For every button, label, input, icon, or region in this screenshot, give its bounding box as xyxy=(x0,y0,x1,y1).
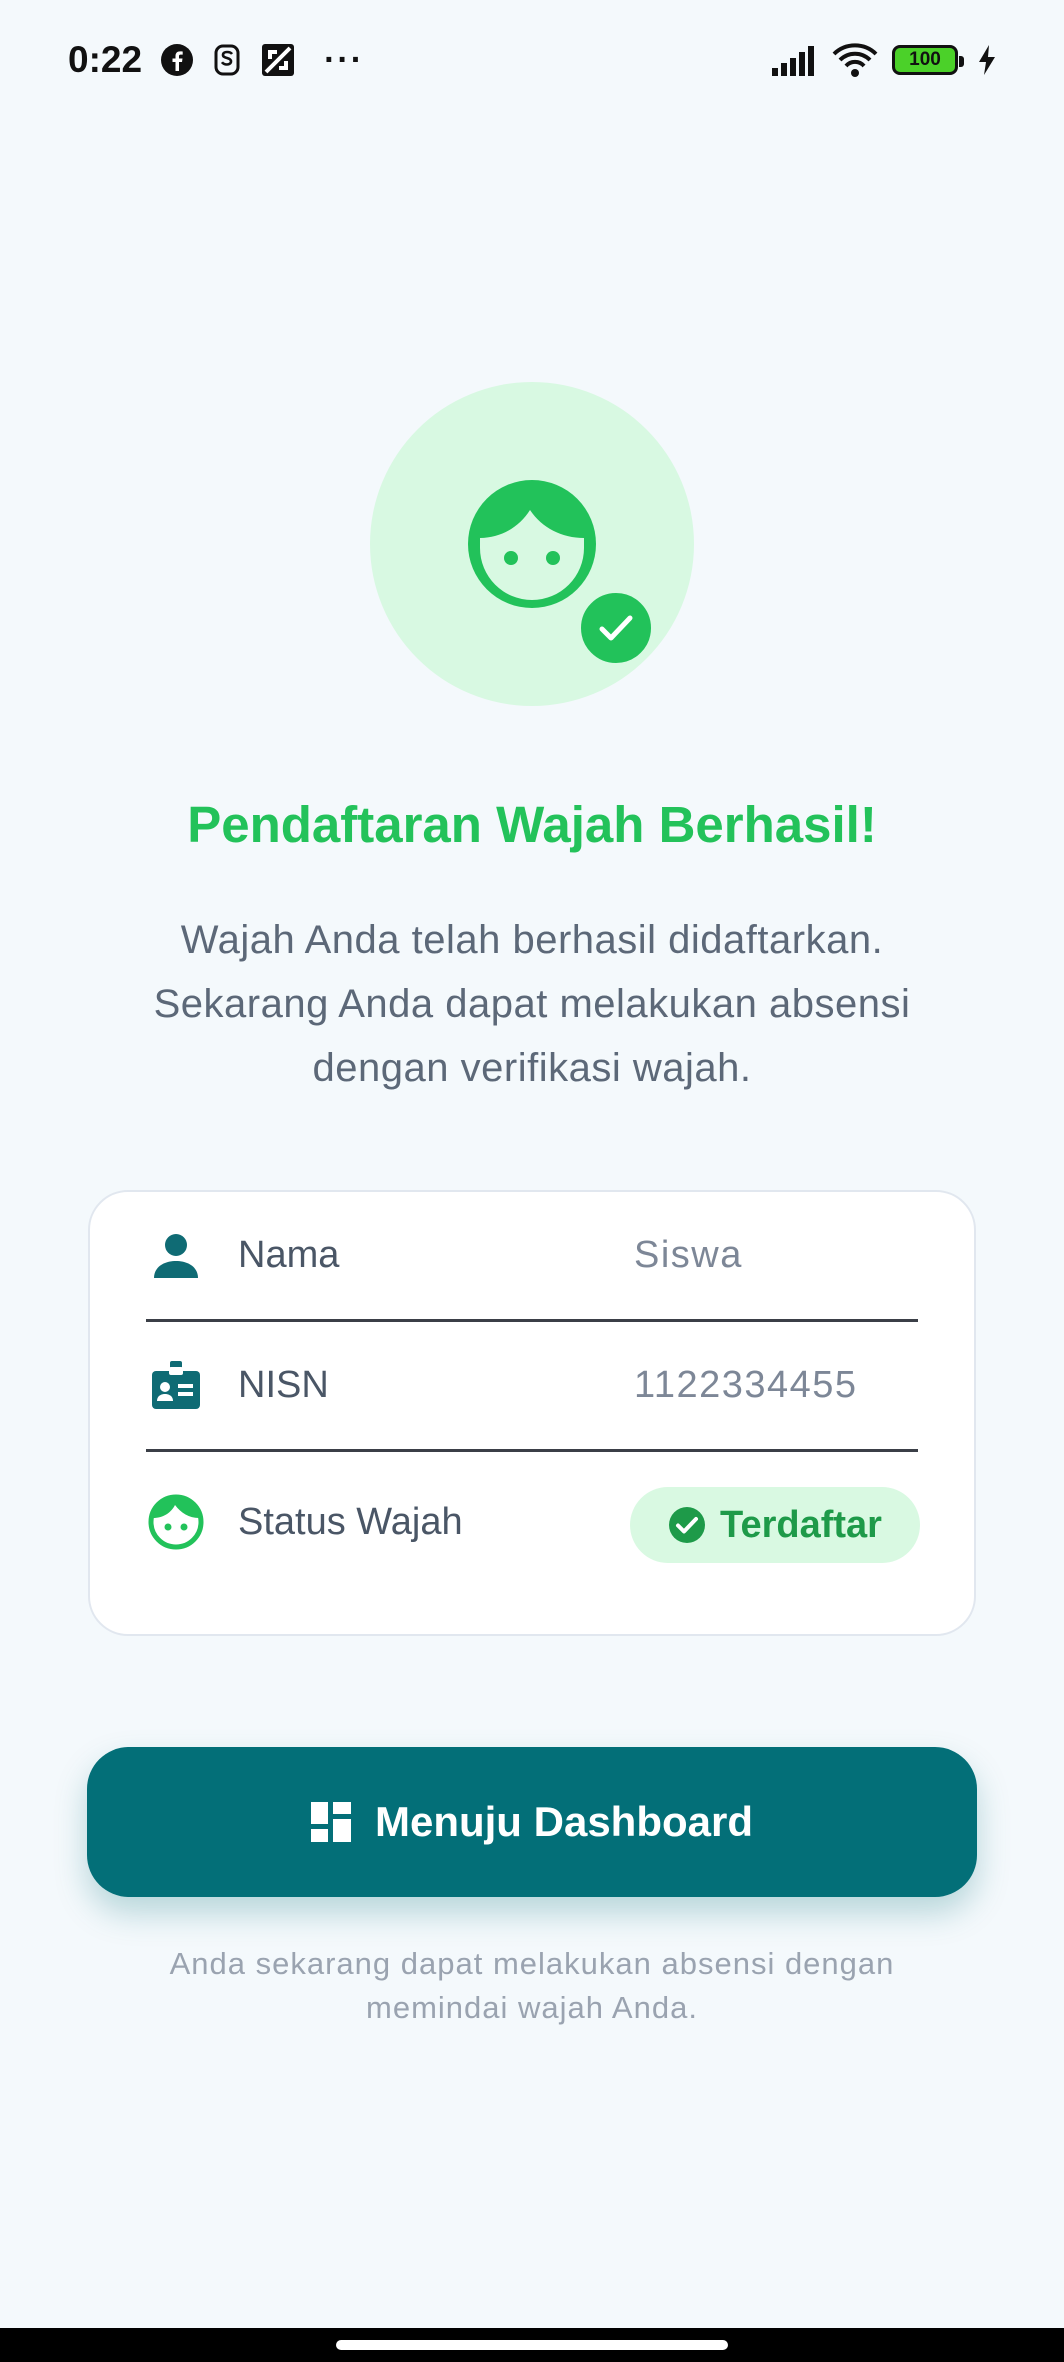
success-description: Wajah Anda telah berhasil didaftarkan. S… xyxy=(153,918,911,1090)
screenshot-icon xyxy=(260,42,296,78)
nisn-label: NISN xyxy=(238,1364,329,1406)
hero-illustration xyxy=(370,382,694,706)
name-label: Nama xyxy=(238,1234,340,1276)
nisn-value: 1122334455 xyxy=(634,1364,858,1406)
status-bar: 0:22 ··· 100 xyxy=(0,0,1064,120)
more-notifications-indicator: ··· xyxy=(324,40,365,79)
dashboard-icon xyxy=(310,1802,351,1842)
person-icon xyxy=(146,1226,206,1286)
dashboard-button-label: Menuju Dashboard xyxy=(374,1798,754,1845)
status-badge-label: Terdaftar xyxy=(720,1503,882,1546)
info-row-face-status: Status Wajah Terdaftar xyxy=(146,1452,920,1592)
face-registration-success-screen: 0:22 ··· 100 Pendaftaran Wajah Berhasil!… xyxy=(0,0,1064,2362)
wifi-icon xyxy=(832,42,878,78)
battery-icon: 100 xyxy=(892,45,964,75)
face-status-label: Status Wajah xyxy=(238,1500,463,1543)
page-title: Pendaftaran Wajah Berhasil! xyxy=(187,796,877,853)
go-to-dashboard-button[interactable]: Menuju Dashboard xyxy=(87,1747,977,1897)
signal-icon xyxy=(772,44,818,76)
face-icon xyxy=(146,1492,206,1552)
facebook-icon xyxy=(160,43,194,77)
student-info-card: Nama Siswa NISN 1122334455 Status Wajah … xyxy=(88,1190,976,1636)
check-icon xyxy=(599,615,633,641)
notification-s-icon xyxy=(212,43,242,77)
id-badge-icon xyxy=(146,1356,206,1416)
success-check-badge xyxy=(577,589,655,667)
face-icon xyxy=(468,480,596,608)
name-value: Siswa xyxy=(634,1234,743,1276)
status-badge: Terdaftar xyxy=(630,1487,920,1563)
status-time: 0:22 xyxy=(68,39,143,80)
charging-icon xyxy=(978,45,996,75)
info-row-nisn: NISN 1122334455 xyxy=(146,1322,918,1452)
check-circle-icon xyxy=(669,1507,706,1543)
home-indicator[interactable] xyxy=(336,2340,728,2350)
info-row-name: Nama Siswa xyxy=(146,1192,918,1322)
footer-note: Anda sekarang dapat melakukan absensi de… xyxy=(169,1946,895,2025)
